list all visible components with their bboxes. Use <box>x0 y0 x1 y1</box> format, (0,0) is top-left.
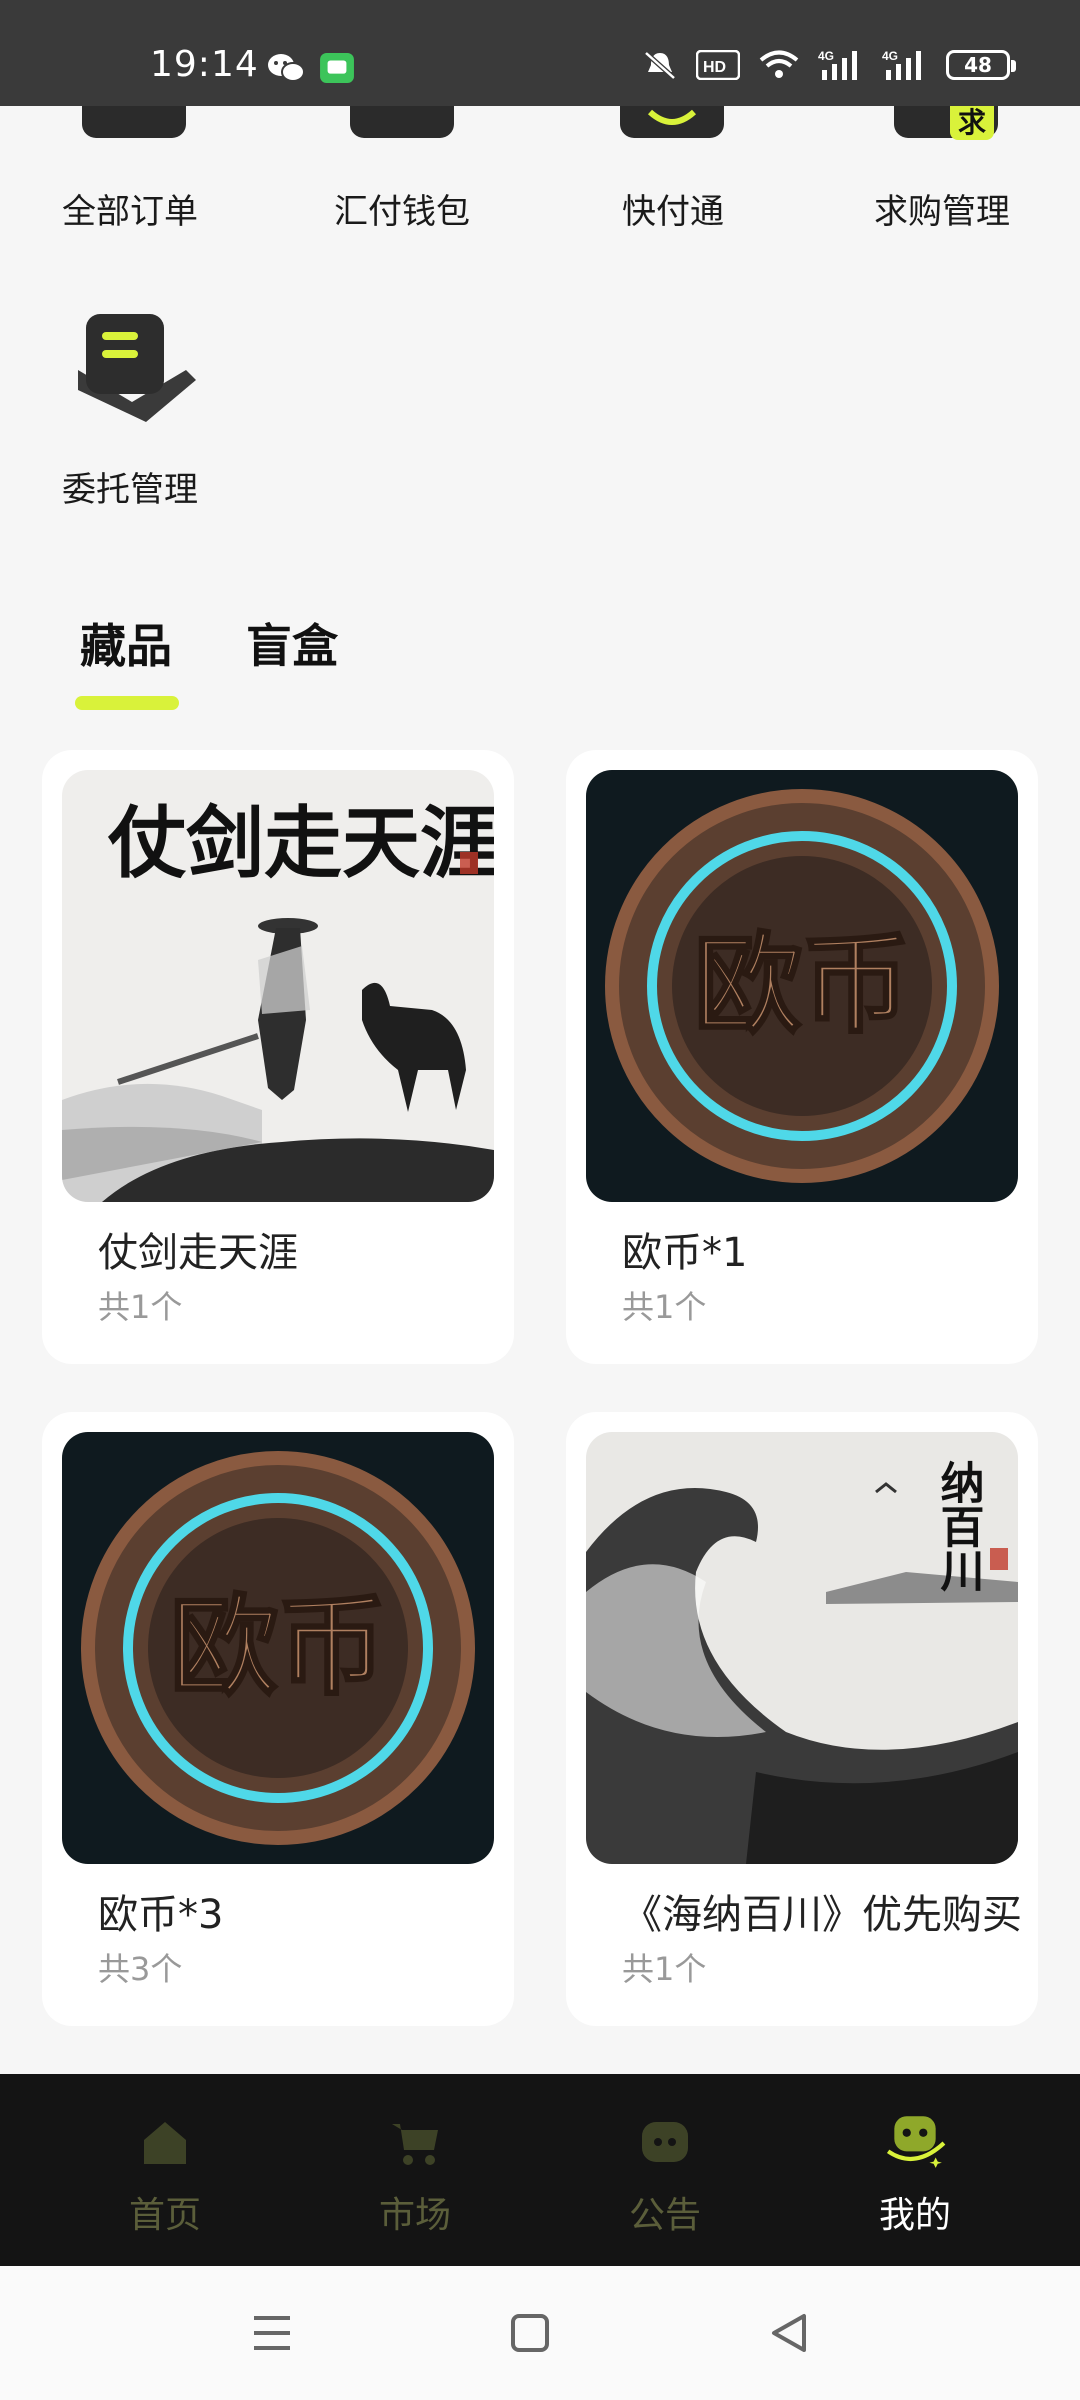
collection-title: 仗剑走天涯 <box>98 1230 298 1276</box>
artwork-calligraphy: 纳百川 <box>933 1460 985 1592</box>
nav-item-profile[interactable]: 我的 <box>790 2074 1040 2266</box>
nav-item-announcements[interactable]: 公告 <box>540 2074 790 2266</box>
collection-card[interactable]: 仗剑走天涯 仗剑走天涯 共1个 <box>42 750 514 1364</box>
collection-count: 共3个 <box>98 1950 183 1988</box>
nav-label: 公告 <box>628 2195 701 2236</box>
purchase-request-icon: 求 <box>894 106 998 140</box>
active-tab-indicator <box>75 696 179 710</box>
cart-icon <box>392 2124 438 2165</box>
svg-text:4G: 4G <box>882 49 898 63</box>
profile-icon <box>886 2116 946 2168</box>
entrust-icon <box>78 314 196 422</box>
wechat-icon <box>268 54 305 82</box>
wallet-icon <box>350 106 454 138</box>
quick-action-label: 求购管理 <box>874 192 1010 232</box>
quick-action-label: 委托管理 <box>62 470 198 510</box>
collection-image: 仗剑走天涯 <box>62 770 494 1202</box>
home-square-icon[interactable] <box>480 2266 580 2400</box>
collection-image: 欧币 <box>586 770 1018 1202</box>
nav-label: 市场 <box>378 2195 451 2236</box>
status-indicators: HD 4G 4G 48 <box>642 48 1016 82</box>
back-icon[interactable] <box>738 2266 838 2400</box>
quick-actions-panel: 全部订单 汇付钱包 快付通 求 求购管理 委托管理 <box>0 106 1080 666</box>
nav-item-home[interactable]: 首页 <box>40 2074 290 2266</box>
status-bar: 19:14 HD 4G 4G 48 <box>0 0 1080 106</box>
tab-blind-box[interactable]: 盲盒 <box>246 610 338 676</box>
collection-title: 欧币*3 <box>98 1892 224 1938</box>
orders-icon <box>82 106 186 138</box>
artwork-calligraphy: 仗剑走天涯 <box>107 798 494 889</box>
hd-icon: HD <box>696 50 740 80</box>
menu-icon[interactable] <box>222 2266 322 2400</box>
collection-count: 共1个 <box>622 1950 707 1988</box>
home-icon <box>144 2122 186 2164</box>
coin-engraving: 欧币 <box>694 923 910 1048</box>
system-navigation-bar <box>0 2266 1080 2400</box>
bottom-navigation: 首页 市场 公告 我的 <box>0 2074 1080 2266</box>
signal-icon-2: 4G <box>882 49 921 80</box>
signal-icon: 4G <box>818 49 857 80</box>
coin-engraving: 欧币 <box>170 1585 386 1710</box>
nav-label: 我的 <box>878 2195 951 2236</box>
main-content[interactable]: 全部订单 汇付钱包 快付通 求 求购管理 委托管理 藏品 盲盒 仗剑走天涯 仗剑… <box>0 106 1080 2074</box>
battery-indicator: 48 <box>946 50 1016 80</box>
quick-action-label: 全部订单 <box>62 192 198 232</box>
quick-pay-icon <box>620 106 724 138</box>
quick-action-label: 汇付钱包 <box>334 192 470 232</box>
collection-title: 《海纳百川》优先购买 <box>622 1892 1022 1938</box>
status-time: 19:14 <box>150 44 259 85</box>
collection-count: 共1个 <box>622 1288 707 1326</box>
wifi-icon <box>759 50 799 78</box>
nav-item-market[interactable]: 市场 <box>290 2074 540 2266</box>
collection-card[interactable]: 欧币 欧币*1 共1个 <box>566 750 1038 1364</box>
mute-icon <box>644 51 676 80</box>
svg-text:HD: HD <box>703 59 726 76</box>
collection-count: 共1个 <box>98 1288 183 1326</box>
nav-label: 首页 <box>128 2195 201 2236</box>
collection-title: 欧币*1 <box>622 1230 748 1276</box>
quick-action-label: 快付通 <box>622 192 724 232</box>
chat-icon <box>642 2122 688 2162</box>
purchase-badge: 求 <box>950 106 994 140</box>
collection-image: 欧币 <box>62 1432 494 1864</box>
tab-collections[interactable]: 藏品 <box>80 610 172 676</box>
collection-card[interactable]: 欧币 欧币*3 共3个 <box>42 1412 514 2026</box>
collection-card[interactable]: 纳百川 《海纳百川》优先购买 共1个 <box>566 1412 1038 2026</box>
message-app-icon <box>320 52 354 84</box>
collection-image: 纳百川 <box>586 1432 1018 1864</box>
svg-text:4G: 4G <box>818 49 834 63</box>
